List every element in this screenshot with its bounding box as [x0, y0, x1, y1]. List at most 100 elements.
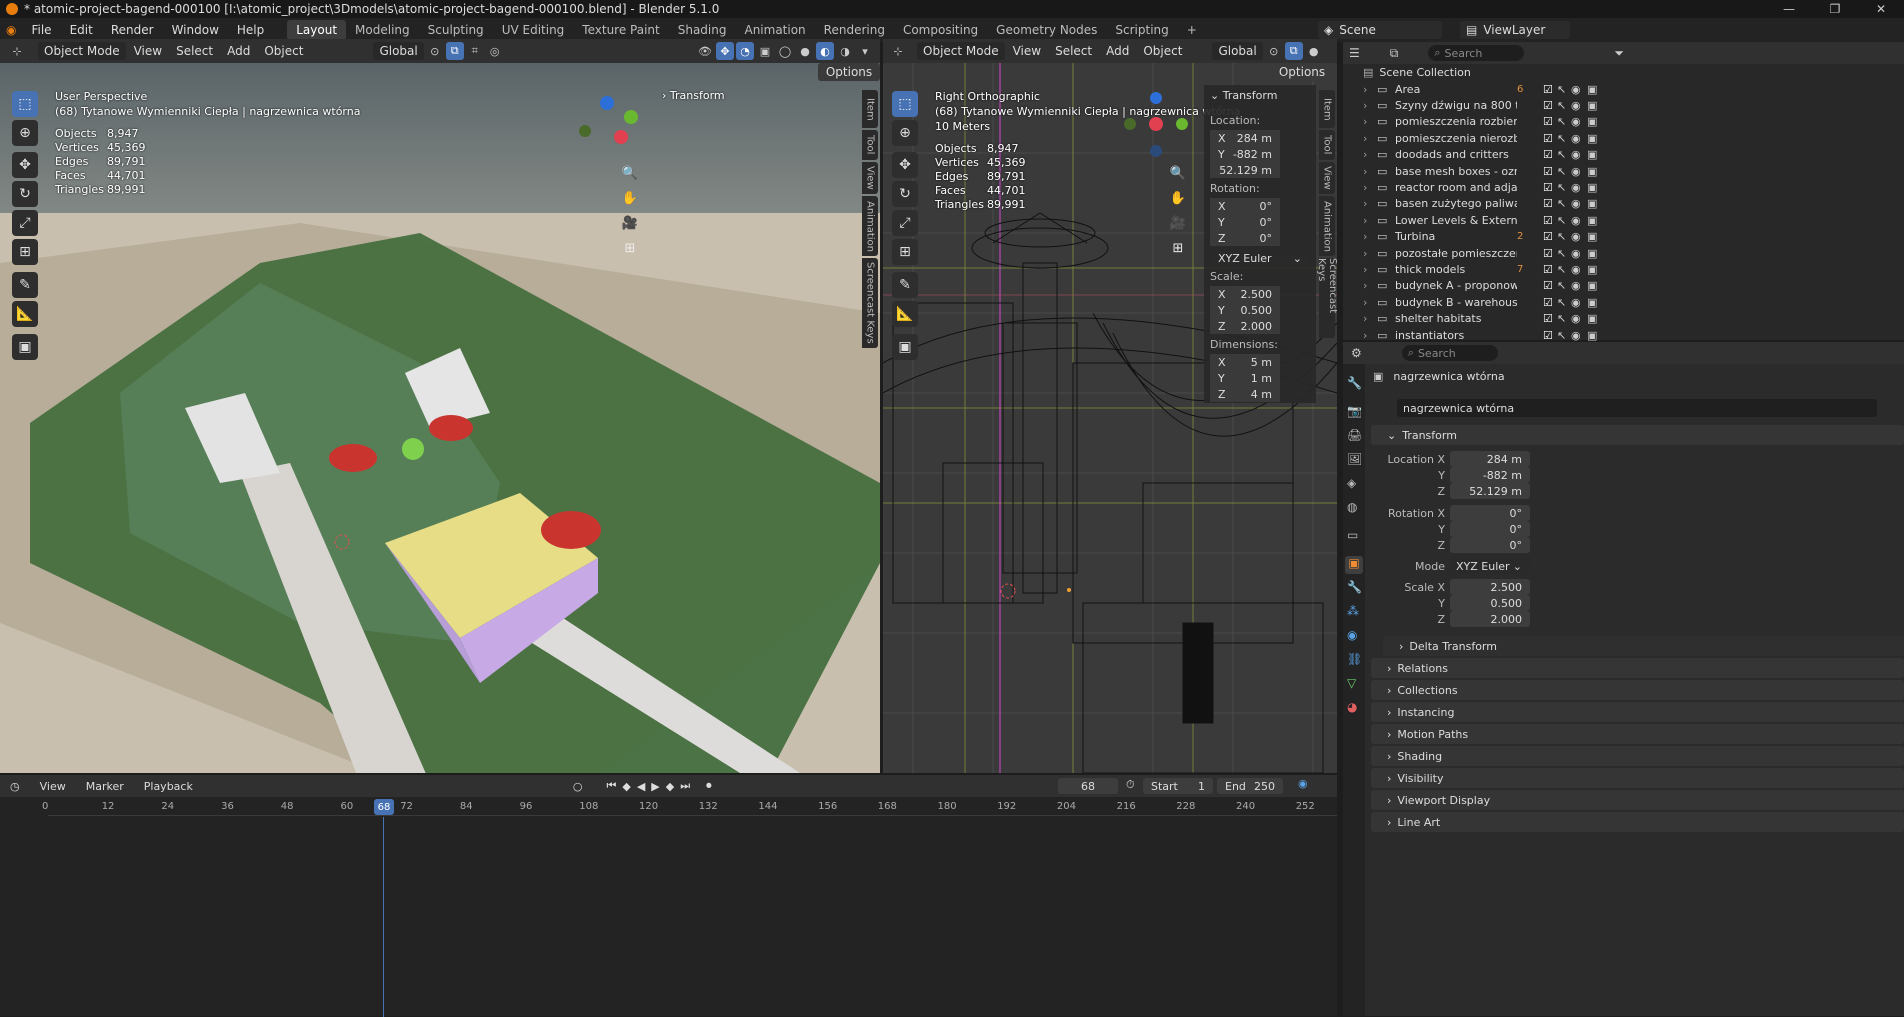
right-options-button[interactable]: Options	[1273, 63, 1331, 81]
eye-icon[interactable]: ◉	[1571, 181, 1587, 194]
location-x-field[interactable]: 284 m	[1450, 451, 1530, 467]
right-tab-tool[interactable]: Tool	[1319, 130, 1335, 160]
location-y-field[interactable]: -882 m	[1450, 467, 1530, 483]
relations-section[interactable]: › Relations	[1371, 658, 1904, 678]
eye-icon[interactable]: ◉	[1571, 296, 1587, 309]
camera-icon[interactable]: ▣	[1587, 165, 1601, 178]
jump-end-icon[interactable]: ⏭	[680, 779, 690, 793]
transform-tool-icon[interactable]: ⊞	[12, 239, 38, 265]
scale-x-field[interactable]: 2.500	[1450, 579, 1530, 595]
instancing-section[interactable]: › Instancing	[1371, 702, 1904, 722]
npanel-scale-z[interactable]: Z 2.000	[1210, 318, 1280, 334]
npanel-rotation-x[interactable]: X 0°	[1210, 198, 1280, 214]
tab-shading[interactable]: Shading	[669, 20, 736, 40]
eye-icon[interactable]: ◉	[1571, 99, 1587, 112]
outliner-item[interactable]: ›▭ Lower Levels & External Buildings ☑↖◉▣	[1343, 212, 1904, 228]
npanel-rotation-z[interactable]: Z 0°	[1210, 230, 1280, 246]
timeline-menu-marker[interactable]: Marker	[86, 780, 124, 793]
right-measure-tool-icon[interactable]: 📐	[892, 301, 918, 327]
camera-icon[interactable]: ▣	[1587, 83, 1601, 96]
expand-arrow-icon[interactable]: ›	[1363, 165, 1377, 178]
overlay-icon[interactable]: ◔	[736, 42, 754, 60]
checkbox-icon[interactable]: ☑	[1543, 83, 1557, 96]
expand-arrow-icon[interactable]: ›	[1363, 329, 1377, 342]
eye-icon[interactable]: ◉	[1571, 263, 1587, 276]
line-art-section[interactable]: › Line Art	[1371, 812, 1904, 832]
jump-start-icon[interactable]: ⏮	[606, 779, 616, 793]
expand-arrow-icon[interactable]: ›	[1363, 148, 1377, 161]
select-arrow-icon[interactable]: ↖	[1557, 115, 1571, 128]
shading-material-icon[interactable]: ◐	[816, 42, 834, 60]
outliner-item[interactable]: ›▭ pomieszczenia nierozbieralne ☑↖◉▣	[1343, 130, 1904, 146]
sync-icon[interactable]: ◉	[1298, 777, 1308, 790]
visibility-section[interactable]: › Visibility	[1371, 768, 1904, 788]
select-arrow-icon[interactable]: ↖	[1557, 214, 1571, 227]
xray-icon[interactable]: ▣	[756, 42, 774, 60]
particles-tab-icon[interactable]: ⁂	[1347, 604, 1359, 618]
checkbox-icon[interactable]: ☑	[1543, 296, 1557, 309]
camera-icon[interactable]: ▣	[1587, 197, 1601, 210]
right-axis-gizmo[interactable]	[1123, 91, 1189, 157]
right-tab-animation[interactable]: Animation	[1319, 196, 1335, 256]
outliner-item[interactable]: › ▭ Area 6 ☑ ↖ ◉ ▣	[1343, 81, 1904, 97]
camera-icon[interactable]: ▣	[1587, 99, 1601, 112]
left-tab-animation[interactable]: Animation	[862, 196, 878, 256]
left-orientation-dropdown[interactable]: Global	[373, 42, 424, 60]
left-tab-item[interactable]: Item	[862, 90, 878, 128]
right-zoom-icon[interactable]: 🔍	[1167, 162, 1189, 184]
select-arrow-icon[interactable]: ↖	[1557, 99, 1571, 112]
jump-keyframe-forward-icon[interactable]: ◆	[666, 780, 674, 793]
left-3d-viewport[interactable]: User Perspective (68) Tytanowe Wymiennik…	[0, 63, 880, 773]
left-tab-tool[interactable]: Tool	[862, 130, 878, 160]
delta-transform-section[interactable]: › Delta Transform	[1383, 636, 1904, 656]
npanel-rotation-mode-dropdown[interactable]: XYZ Euler ⌄	[1210, 250, 1310, 266]
world-tab-icon[interactable]: ◍	[1347, 500, 1357, 514]
move-tool-icon[interactable]: ✥	[12, 152, 38, 178]
eye-icon[interactable]: ◉	[1571, 230, 1587, 243]
tab-compositing[interactable]: Compositing	[894, 20, 987, 40]
shading-section[interactable]: › Shading	[1371, 746, 1904, 766]
timeline-editor-icon[interactable]: ◷	[10, 780, 20, 793]
camera-icon[interactable]: ▣	[1587, 181, 1601, 194]
right-camera-view-icon[interactable]: 🎥	[1167, 212, 1189, 234]
play-reverse-icon[interactable]: ◀	[637, 780, 645, 793]
rotation-y-field[interactable]: 0°	[1450, 521, 1530, 537]
outliner-item[interactable]: ›▭ Szyny dźwigu na 800 ton ☑↖◉▣	[1343, 97, 1904, 113]
right-select-tool-icon[interactable]: ⬚	[892, 91, 918, 117]
transform-section-header[interactable]: ⌄ Transform	[1371, 425, 1904, 445]
outliner-item[interactable]: › ▭ instantiators ☑ ↖ ◉ ▣	[1343, 327, 1904, 343]
eye-icon[interactable]: ◉	[1571, 148, 1587, 161]
right-transform-tool-icon[interactable]: ⊞	[892, 239, 918, 265]
checkbox-icon[interactable]: ☑	[1543, 247, 1557, 260]
eye-icon[interactable]: ◉	[1571, 247, 1587, 260]
right-pivot-icon[interactable]: ⊙	[1265, 42, 1283, 60]
expand-arrow-icon[interactable]: ›	[1363, 99, 1377, 112]
select-arrow-icon[interactable]: ↖	[1557, 165, 1571, 178]
timeline-menu-view[interactable]: View	[40, 780, 66, 793]
zoom-icon[interactable]: 🔍	[619, 162, 641, 184]
shading-rendered-icon[interactable]: ◑	[836, 42, 854, 60]
camera-icon[interactable]: ▣	[1587, 263, 1601, 276]
right-menu-select[interactable]: Select	[1049, 42, 1098, 60]
tab-uv-editing[interactable]: UV Editing	[493, 20, 574, 40]
npanel-location-x[interactable]: X 284 m	[1210, 130, 1280, 146]
outliner-item[interactable]: › ▭ doodads and critters ☑ ↖ ◉ ▣	[1343, 147, 1904, 163]
menu-edit[interactable]: Edit	[61, 23, 102, 37]
expand-arrow-icon[interactable]: ›	[1363, 296, 1377, 309]
current-frame-field[interactable]: 68	[1058, 778, 1118, 794]
scale-y-field[interactable]: 0.500	[1450, 595, 1530, 611]
rotation-x-field[interactable]: 0°	[1450, 505, 1530, 521]
properties-editor-icon[interactable]: ⚙	[1351, 346, 1362, 360]
outliner-filter-icon[interactable]: ⧉	[1390, 46, 1399, 61]
checkbox-icon[interactable]: ☑	[1543, 115, 1557, 128]
blender-menu-icon[interactable]: ◉	[0, 23, 22, 37]
snap-icon[interactable]: ⧉	[445, 42, 464, 60]
timeline-menu-playback[interactable]: Playback	[144, 780, 193, 793]
camera-icon[interactable]: ▣	[1587, 132, 1601, 145]
tab-rendering[interactable]: Rendering	[815, 20, 894, 40]
close-button[interactable]: ✕	[1858, 0, 1904, 18]
right-annotate-tool-icon[interactable]: ✎	[892, 272, 918, 298]
left-npanel-collapsed-label[interactable]: › Transform	[662, 89, 725, 102]
right-proportional-icon[interactable]: ●	[1305, 42, 1323, 60]
right-tab-item[interactable]: Item	[1319, 90, 1335, 128]
